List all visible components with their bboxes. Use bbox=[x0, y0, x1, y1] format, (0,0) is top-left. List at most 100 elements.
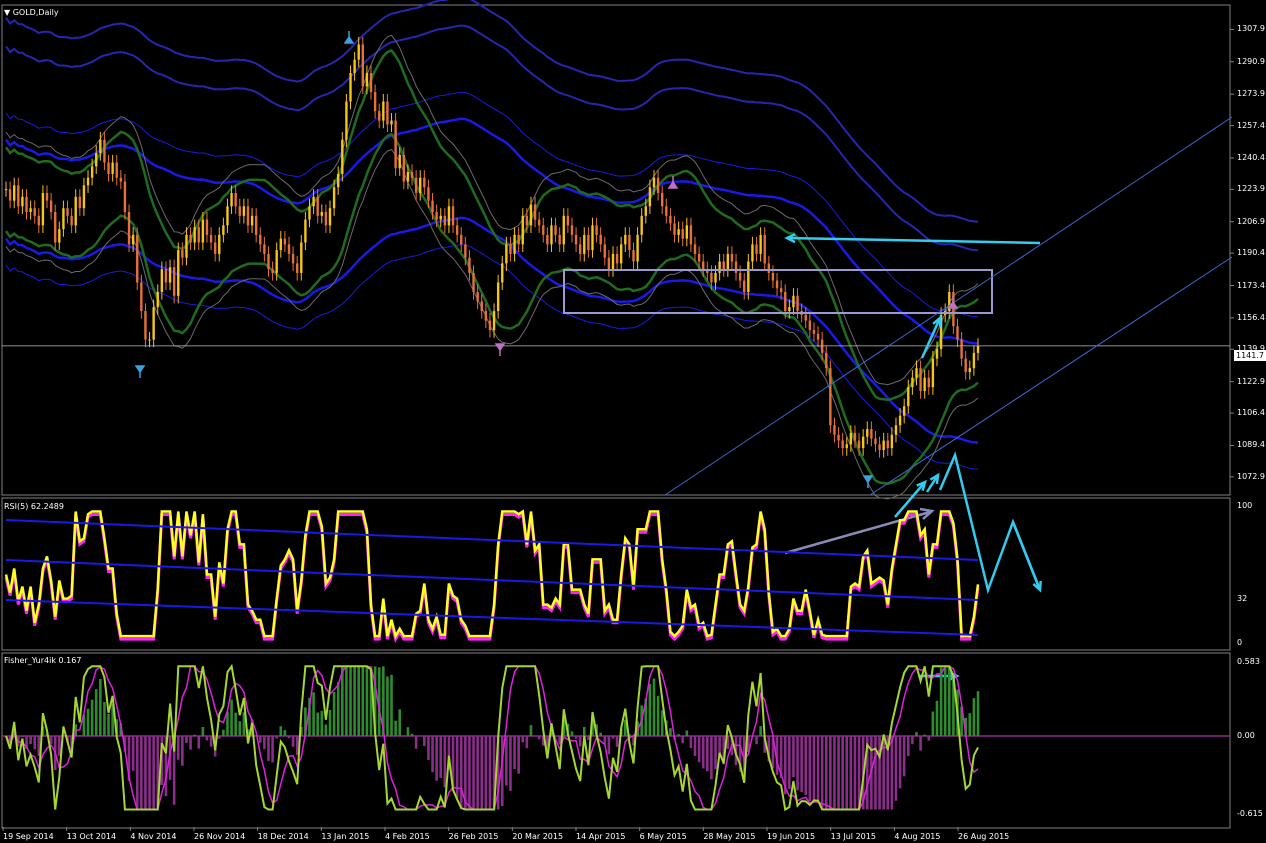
fractal-down-arrow bbox=[343, 31, 355, 44]
candle-body bbox=[271, 269, 274, 273]
fisher-line bbox=[5, 663, 979, 812]
fisher-histogram-bar bbox=[701, 736, 705, 769]
candle-body bbox=[488, 320, 492, 331]
candle-body bbox=[25, 196, 28, 213]
fractal-up-arrow bbox=[494, 343, 506, 356]
candle-body bbox=[734, 261, 738, 273]
fisher-histogram-bar bbox=[517, 736, 520, 774]
candle-body bbox=[131, 234, 135, 245]
upper-envelope-band bbox=[5, 0, 979, 223]
candle-body bbox=[628, 234, 631, 251]
fisher-histogram-bar bbox=[468, 736, 471, 810]
candle-body bbox=[661, 192, 664, 207]
candle-body bbox=[250, 215, 254, 226]
fisher-histogram-bar bbox=[615, 736, 619, 747]
candle-body bbox=[291, 253, 295, 264]
fisher-histogram-bar bbox=[443, 736, 447, 788]
candle-body bbox=[669, 215, 672, 224]
candle-body bbox=[37, 215, 41, 226]
fisher-histogram-bar bbox=[283, 730, 287, 736]
candle-body bbox=[907, 387, 910, 407]
chart-canvas[interactable] bbox=[0, 0, 1266, 843]
candle-body bbox=[33, 208, 36, 216]
fisher-histogram-bar bbox=[808, 736, 812, 802]
candle-body bbox=[115, 162, 118, 178]
rsi-tick-label: 100 bbox=[1237, 501, 1253, 510]
candle-body bbox=[451, 206, 455, 226]
candle-body bbox=[152, 307, 155, 340]
candle-body bbox=[935, 349, 939, 359]
chart-window[interactable]: ▼ GOLD,Daily RSI(5) 62.2489 Fisher_Yur4i… bbox=[0, 0, 1266, 843]
fisher-histogram-bar bbox=[328, 709, 332, 736]
rsi-tick-label: 32 bbox=[1237, 594, 1248, 604]
candle-body bbox=[390, 120, 393, 125]
candle-body bbox=[304, 219, 307, 243]
candle-body bbox=[665, 206, 668, 216]
date-tick-label: 19 Jun 2015 bbox=[767, 832, 816, 841]
candle-body bbox=[722, 261, 725, 270]
fisher-histogram-bar bbox=[521, 736, 525, 743]
candle-body bbox=[103, 139, 106, 163]
candle-body bbox=[447, 206, 451, 226]
fisher-histogram-bar bbox=[316, 712, 319, 736]
fisher-histogram-bar bbox=[681, 736, 685, 744]
candle-body bbox=[829, 368, 832, 426]
candle-body bbox=[373, 92, 377, 112]
candle-body bbox=[578, 244, 582, 254]
candle-body bbox=[710, 272, 713, 283]
fisher-histogram-bar bbox=[902, 736, 906, 777]
candle-body bbox=[521, 215, 524, 245]
candle-body bbox=[784, 291, 787, 312]
fisher-histogram-bar bbox=[574, 736, 578, 739]
upper-trend-line bbox=[664, 116, 1233, 496]
candle-body bbox=[218, 234, 221, 254]
candle-body bbox=[300, 242, 303, 273]
candle-body bbox=[382, 101, 385, 121]
fisher-histogram-bar bbox=[459, 736, 463, 809]
fisher-histogram-bar bbox=[841, 736, 844, 810]
candle-body bbox=[17, 185, 20, 207]
price-tick-label: 1290.9 bbox=[1237, 56, 1265, 66]
fisher-histogram-bar bbox=[209, 736, 213, 747]
candle-body bbox=[349, 73, 352, 102]
candle-body bbox=[414, 177, 418, 193]
horizontal-resistance-arrow bbox=[786, 236, 1041, 245]
fisher-tick-label: 0.583 bbox=[1237, 657, 1260, 667]
candle-body bbox=[172, 267, 176, 296]
candle-body bbox=[825, 352, 828, 369]
fisher-histogram-bar bbox=[320, 710, 324, 736]
fisher-histogram-bar bbox=[829, 736, 832, 810]
fisher-histogram-bar bbox=[824, 736, 828, 810]
candle-body bbox=[341, 139, 344, 174]
fisher-histogram-bar bbox=[201, 726, 205, 736]
date-tick-label: 20 Mar 2015 bbox=[512, 832, 564, 841]
fisher-histogram-bar bbox=[78, 735, 82, 736]
envelope-band bbox=[5, 243, 979, 470]
candle-body bbox=[644, 206, 647, 216]
fisher-histogram-bar bbox=[923, 734, 926, 736]
fisher-histogram-bar bbox=[853, 736, 857, 810]
candle-body bbox=[570, 225, 574, 235]
fisher-histogram-bar bbox=[935, 700, 939, 736]
candle-body bbox=[636, 234, 639, 262]
candle-body bbox=[771, 272, 775, 281]
candle-body bbox=[603, 244, 606, 258]
fisher-histogram-bar bbox=[435, 736, 438, 781]
price-tick-label: 1122.9 bbox=[1237, 376, 1265, 386]
fisher-histogram-bar bbox=[599, 732, 602, 736]
candle-body bbox=[902, 406, 906, 416]
candle-body bbox=[718, 261, 721, 273]
candle-body bbox=[611, 253, 615, 270]
fisher-histogram-bar bbox=[58, 736, 61, 756]
price-tick-label: 1206.9 bbox=[1237, 216, 1265, 226]
fisher-histogram-bar bbox=[788, 736, 791, 789]
fisher-histogram-bar bbox=[455, 736, 459, 799]
candle-body bbox=[468, 257, 471, 273]
candle-body bbox=[726, 253, 730, 270]
bollinger-band bbox=[4, 132, 979, 485]
candle-body bbox=[640, 215, 643, 235]
candle-body bbox=[652, 177, 656, 188]
candle-body bbox=[144, 311, 147, 340]
fisher-histogram-bar bbox=[230, 699, 233, 736]
candle-body bbox=[759, 234, 762, 254]
